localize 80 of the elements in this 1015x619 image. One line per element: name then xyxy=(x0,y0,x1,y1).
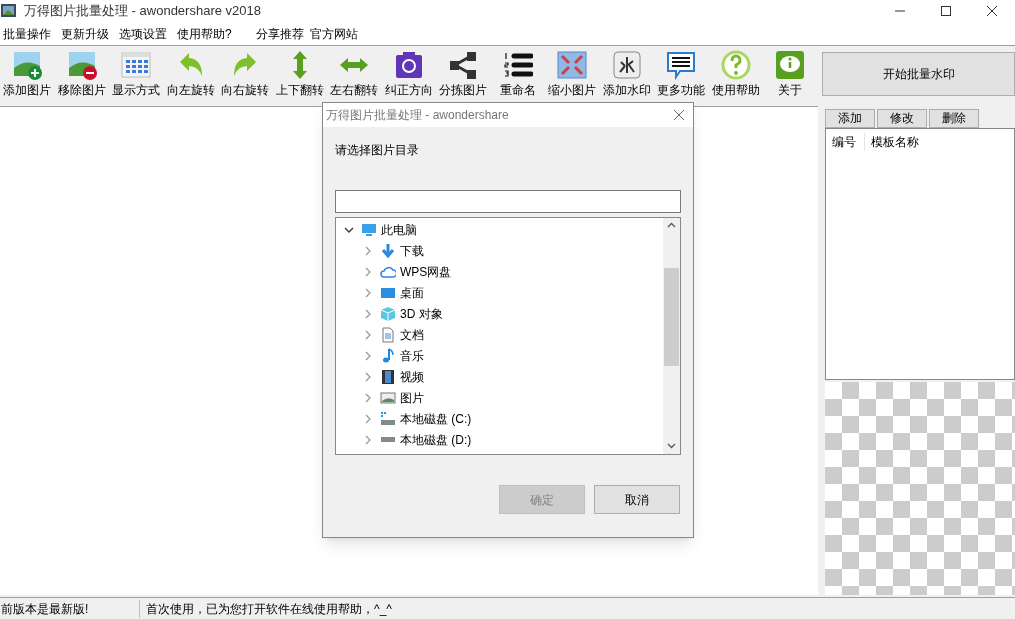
toolbar-button[interactable]: 添加图片 xyxy=(0,50,55,99)
window-title: 万得图片批量处理 - awondershare v2018 xyxy=(24,2,261,21)
cube-icon xyxy=(380,305,396,322)
expand-icon[interactable] xyxy=(363,266,373,277)
menu-item[interactable]: 分享推荐 xyxy=(252,24,307,43)
menu-item[interactable]: 批量操作 xyxy=(0,24,54,43)
expand-icon[interactable] xyxy=(363,308,373,319)
toolbar-button[interactable]: 关于 xyxy=(763,50,818,99)
tree-item[interactable]: 视频 xyxy=(400,367,424,386)
scrollbar[interactable] xyxy=(663,218,680,454)
status-text: 前版本是最新版! xyxy=(0,599,140,618)
expand-icon[interactable] xyxy=(363,245,373,256)
cancel-button[interactable]: 取消 xyxy=(594,485,680,514)
menu-item[interactable]: 选项设置 xyxy=(116,24,170,43)
shrink-icon xyxy=(557,50,588,80)
numbered-list-icon xyxy=(502,50,533,80)
tree-item[interactable]: 图片 xyxy=(400,388,424,407)
toolbar-button[interactable]: 上下翻转 xyxy=(272,50,327,99)
tree-item[interactable]: 本地磁盘 (C:) xyxy=(400,409,472,428)
message-icon xyxy=(666,50,697,80)
drive-icon xyxy=(380,410,396,427)
expand-icon[interactable] xyxy=(363,350,373,361)
tree-item[interactable]: 此电脑 xyxy=(381,220,417,239)
tree-item[interactable]: WPS网盘 xyxy=(400,262,452,281)
toolbar-button[interactable]: 缩小图片 xyxy=(545,50,600,99)
toolbar-button[interactable]: 使用帮助 xyxy=(708,50,763,99)
menu-item[interactable]: 官方网站 xyxy=(306,24,361,43)
toolbar-button[interactable]: 重命名 xyxy=(490,50,545,99)
toolbar-button[interactable]: 向右旋转 xyxy=(218,50,273,99)
info-icon xyxy=(775,50,806,80)
path-field[interactable] xyxy=(335,190,681,213)
grid-view-icon xyxy=(121,50,152,80)
dialog-title: 万得图片批量处理 - awondershare xyxy=(326,107,509,124)
status-text: 首次使用，已为您打开软件在线使用帮助，^_^ xyxy=(145,600,392,618)
download-icon xyxy=(380,242,396,259)
drive-icon xyxy=(380,437,396,442)
share-icon xyxy=(448,50,479,80)
scroll-down-icon[interactable] xyxy=(667,443,676,449)
close-icon[interactable] xyxy=(673,109,685,121)
toolbar-button[interactable]: 分拣图片 xyxy=(436,50,491,99)
expand-icon[interactable] xyxy=(363,371,373,382)
camera-refresh-icon xyxy=(393,50,424,80)
toolbar-button[interactable]: 更多功能 xyxy=(654,50,709,99)
expand-icon[interactable] xyxy=(363,413,373,424)
template-button[interactable]: 删除 xyxy=(929,109,979,128)
computer-icon xyxy=(361,221,377,238)
template-button[interactable]: 添加 xyxy=(825,109,875,128)
watermark-icon xyxy=(611,50,642,80)
photo-add-icon xyxy=(12,50,43,80)
prompt-text: 请选择图片目录 xyxy=(335,142,420,159)
document-icon xyxy=(380,326,396,343)
scroll-up-icon[interactable] xyxy=(667,222,676,228)
picture-icon xyxy=(380,389,396,406)
column-header: 编号 xyxy=(826,133,865,151)
film-icon xyxy=(380,368,396,385)
menu-item[interactable]: 使用帮助? xyxy=(174,24,235,43)
tree-item[interactable]: 3D 对象 xyxy=(400,304,443,323)
toolbar-button[interactable]: 移除图片 xyxy=(54,50,109,99)
tree-item[interactable]: 音乐 xyxy=(400,346,424,365)
photo-remove-icon xyxy=(66,50,97,80)
music-note-icon xyxy=(380,347,396,364)
toolbar-button[interactable]: 添加水印 xyxy=(599,50,654,99)
expand-icon[interactable] xyxy=(363,287,373,298)
template-button[interactable]: 修改 xyxy=(877,109,927,128)
column-header: 模板名称 xyxy=(870,134,919,151)
expand-icon[interactable] xyxy=(363,392,373,403)
app-icon xyxy=(1,3,17,19)
toolbar-button[interactable]: 向左旋转 xyxy=(163,50,218,99)
expand-icon[interactable] xyxy=(363,329,373,340)
help-icon xyxy=(720,50,751,80)
expand-icon[interactable] xyxy=(363,434,373,445)
menu-item[interactable]: 更新升级 xyxy=(58,24,112,43)
toolbar-button[interactable]: 纠正方向 xyxy=(381,50,436,99)
tree-item[interactable]: 桌面 xyxy=(400,283,424,302)
toolbar-button[interactable]: 显示方式 xyxy=(109,50,164,99)
toolbar-button[interactable]: 左右翻转 xyxy=(327,50,382,99)
tree-item[interactable]: 本地磁盘 (D:) xyxy=(400,430,472,449)
tree-item[interactable]: 下载 xyxy=(400,241,424,260)
tree-item[interactable]: 文档 xyxy=(400,325,424,344)
start-watermark-button[interactable]: 开始批量水印 xyxy=(822,52,1015,96)
